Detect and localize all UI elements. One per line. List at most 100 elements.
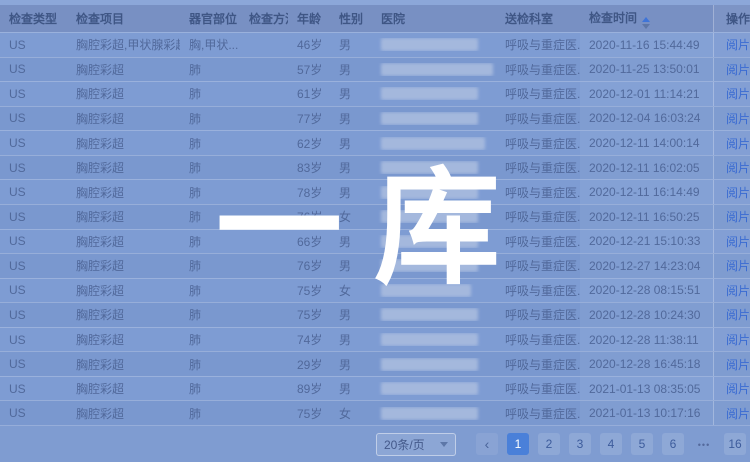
time-cell: 2020-11-16 15:44:49 <box>580 33 713 57</box>
view-image-link[interactable]: 阅片 <box>726 233 750 250</box>
view-image-link[interactable]: 阅片 <box>726 257 750 274</box>
view-image-link[interactable]: 阅片 <box>726 61 750 78</box>
page-button-16[interactable]: 16 <box>724 433 746 455</box>
time-cell: 2020-12-21 15:10:33 <box>580 230 713 254</box>
hospital-redacted-blur <box>381 38 478 51</box>
view-image-link[interactable]: 阅片 <box>726 110 750 127</box>
table-row: US胸腔彩超肺78岁男呼吸与重症医...2020-12-11 16:14:49阅… <box>0 179 750 204</box>
view-image-link[interactable]: 阅片 <box>726 184 750 201</box>
age-cell: 66岁 <box>288 233 330 250</box>
table-row: US胸腔彩超肺66岁男呼吸与重症医...2020-12-21 15:10:33阅… <box>0 229 750 254</box>
action-cell: 阅片 <box>713 205 750 229</box>
column-header-label: 检查项目 <box>76 12 124 26</box>
pagination-bar: 20条/页 ‹ 123456•••16 <box>0 425 750 462</box>
organ-cell: 肺 <box>180 405 240 422</box>
hospital-cell <box>372 333 496 346</box>
organ-cell: 肺 <box>180 380 240 397</box>
column-header-method: 检查方法 <box>240 10 288 27</box>
item-cell: 胸腔彩超 <box>67 233 180 250</box>
column-header-action: 操作 <box>713 5 750 32</box>
action-cell: 阅片 <box>713 352 750 376</box>
organ-cell: 肺 <box>180 257 240 274</box>
hospital-cell <box>372 161 496 174</box>
age-cell: 77岁 <box>288 110 330 127</box>
dept-cell: 呼吸与重症医... <box>496 233 580 250</box>
dept-cell: 呼吸与重症医... <box>496 306 580 323</box>
sort-caret-icon[interactable] <box>642 17 650 29</box>
hospital-redacted-blur <box>381 235 478 248</box>
age-cell: 74岁 <box>288 331 330 348</box>
table-row: US胸腔彩超肺83岁男呼吸与重症医...2020-12-11 16:02:05阅… <box>0 155 750 180</box>
time-cell: 2020-12-11 16:50:25 <box>580 205 713 229</box>
age-cell: 76岁 <box>288 208 330 225</box>
page-button-1[interactable]: 1 <box>507 433 529 455</box>
gender-cell: 男 <box>330 61 372 78</box>
dept-cell: 呼吸与重症医... <box>496 356 580 373</box>
dept-cell: 呼吸与重症医... <box>496 36 580 53</box>
view-image-link[interactable]: 阅片 <box>726 405 750 422</box>
gender-cell: 男 <box>330 159 372 176</box>
column-header-type: 检查类型 <box>0 10 67 27</box>
view-image-link[interactable]: 阅片 <box>726 135 750 152</box>
table-row: US胸腔彩超肺57岁男呼吸与重症医...2020-11-25 13:50:01阅… <box>0 57 750 82</box>
view-image-link[interactable]: 阅片 <box>726 282 750 299</box>
prev-page-button[interactable]: ‹ <box>476 433 498 455</box>
view-image-link[interactable]: 阅片 <box>726 380 750 397</box>
age-cell: 75岁 <box>288 405 330 422</box>
dept-cell: 呼吸与重症医... <box>496 159 580 176</box>
item-cell: 胸腔彩超 <box>67 405 180 422</box>
gender-cell: 男 <box>330 135 372 152</box>
type-cell: US <box>0 87 67 101</box>
view-image-link[interactable]: 阅片 <box>726 85 750 102</box>
dept-cell: 呼吸与重症医... <box>496 135 580 152</box>
view-image-link[interactable]: 阅片 <box>726 159 750 176</box>
view-image-link[interactable]: 阅片 <box>726 36 750 53</box>
page-button-4[interactable]: 4 <box>600 433 622 455</box>
page-button-5[interactable]: 5 <box>631 433 653 455</box>
hospital-cell <box>372 235 496 248</box>
hospital-redacted-blur <box>381 161 478 174</box>
action-cell: 阅片 <box>713 401 750 425</box>
view-image-link[interactable]: 阅片 <box>726 356 750 373</box>
column-header-label: 性别 <box>339 12 363 26</box>
column-header-time[interactable]: 检查时间 <box>580 9 713 29</box>
page-button-2[interactable]: 2 <box>538 433 560 455</box>
view-image-link[interactable]: 阅片 <box>726 208 750 225</box>
time-cell: 2020-12-28 16:45:18 <box>580 352 713 376</box>
dept-cell: 呼吸与重症医... <box>496 85 580 102</box>
column-header-label: 检查方法 <box>249 12 288 26</box>
hospital-redacted-blur <box>381 259 478 272</box>
organ-cell: 肺 <box>180 306 240 323</box>
time-cell: 2020-11-25 13:50:01 <box>580 58 713 82</box>
table-body: US胸腔彩超,甲状腺彩超胸,甲状...46岁男呼吸与重症医...2020-11-… <box>0 32 750 425</box>
column-header-label: 医院 <box>381 12 405 26</box>
hospital-redacted-blur <box>381 186 478 199</box>
item-cell: 胸腔彩超 <box>67 356 180 373</box>
time-cell: 2020-12-28 10:24:30 <box>580 303 713 327</box>
time-cell: 2020-12-04 16:03:24 <box>580 107 713 131</box>
organ-cell: 肺 <box>180 356 240 373</box>
page-button-3[interactable]: 3 <box>569 433 591 455</box>
view-image-link[interactable]: 阅片 <box>726 331 750 348</box>
organ-cell: 肺 <box>180 159 240 176</box>
item-cell: 胸腔彩超 <box>67 184 180 201</box>
column-header-gender: 性别 <box>330 10 372 27</box>
organ-cell: 胸,甲状... <box>180 36 240 53</box>
age-cell: 83岁 <box>288 159 330 176</box>
gender-cell: 男 <box>330 110 372 127</box>
view-image-link[interactable]: 阅片 <box>726 306 750 323</box>
organ-cell: 肺 <box>180 135 240 152</box>
column-header-label: 操作 <box>726 10 750 27</box>
hospital-cell <box>372 407 496 420</box>
age-cell: 46岁 <box>288 36 330 53</box>
page-button-6[interactable]: 6 <box>662 433 684 455</box>
table-row: US胸腔彩超肺89岁男呼吸与重症医...2021-01-13 08:35:05阅… <box>0 376 750 401</box>
page-size-select[interactable]: 20条/页 <box>376 433 456 456</box>
column-header-label: 年龄 <box>297 12 321 26</box>
action-cell: 阅片 <box>713 303 750 327</box>
type-cell: US <box>0 38 67 52</box>
item-cell: 胸腔彩超 <box>67 85 180 102</box>
time-cell: 2020-12-11 16:02:05 <box>580 156 713 180</box>
hospital-redacted-blur <box>381 407 478 420</box>
column-header-label: 送检科室 <box>505 12 553 26</box>
